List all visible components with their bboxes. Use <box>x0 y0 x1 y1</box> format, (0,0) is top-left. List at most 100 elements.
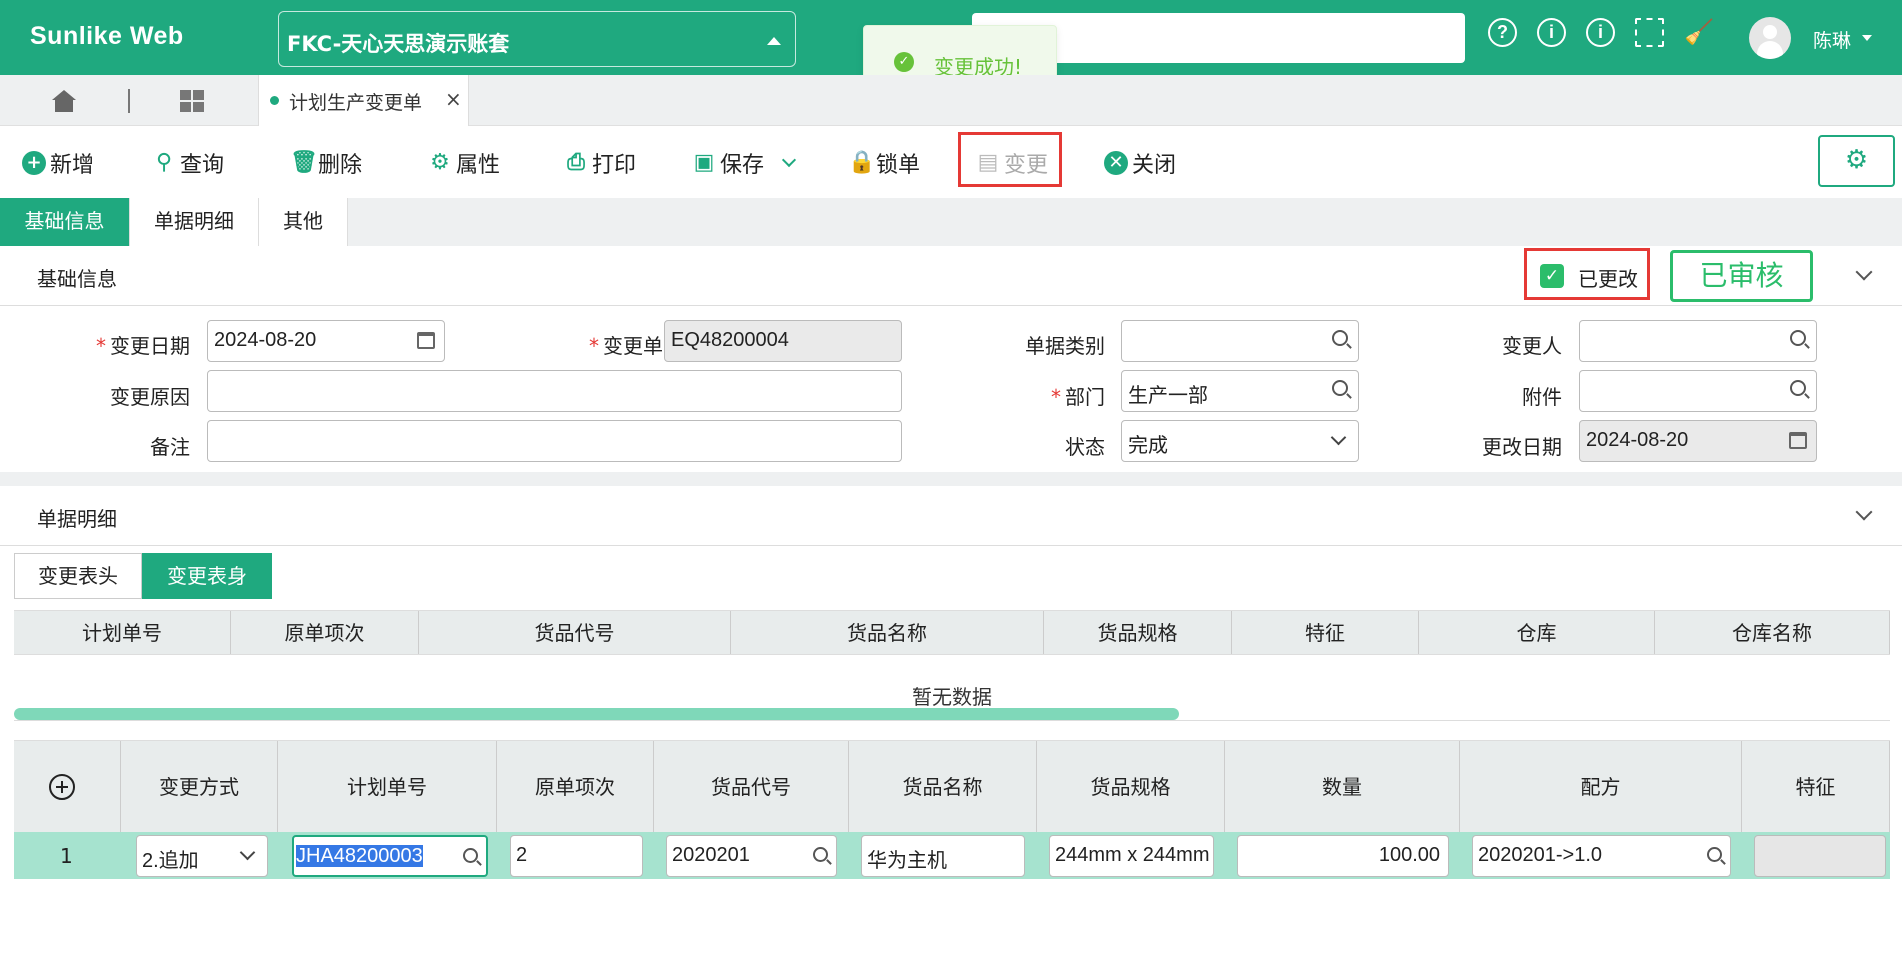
col-header[interactable]: 计划单号 <box>14 611 231 654</box>
tab-label: 计划生产变更单 <box>289 92 423 114</box>
search-icon[interactable] <box>1332 380 1348 396</box>
changed-checkbox[interactable]: ✓ <box>1540 264 1564 288</box>
tab-plan-change[interactable]: 计划生产变更单 × <box>258 75 469 126</box>
item-code-input[interactable]: 2020201 <box>666 835 837 877</box>
col-header[interactable]: 原单项次 <box>231 611 419 654</box>
chevron-down-icon[interactable] <box>239 844 256 861</box>
qty-input[interactable]: 100.00 <box>1237 835 1449 877</box>
remark-field[interactable] <box>207 420 902 462</box>
col-header[interactable]: 计划单号 <box>278 741 497 832</box>
reason-field[interactable] <box>207 370 902 412</box>
plus-circle-icon: + <box>22 151 46 175</box>
col-header[interactable]: 数量 <box>1225 741 1460 832</box>
tab-change-body[interactable]: 变更表身 <box>142 553 272 599</box>
gear-icon: ⚙ <box>430 150 450 175</box>
avatar[interactable] <box>1749 17 1791 59</box>
account-name: FKC-天心天思演示账套 <box>287 32 510 56</box>
chevron-down-icon[interactable] <box>1855 263 1873 281</box>
detail-header[interactable]: 单据明细 <box>0 486 1902 546</box>
tab-basic-info[interactable]: 基础信息 <box>0 198 130 246</box>
col-header[interactable]: 货品名称 <box>731 611 1044 654</box>
col-header[interactable]: 货品规格 <box>1037 741 1225 832</box>
col-header[interactable]: 特征 <box>1742 741 1890 832</box>
attachment-field[interactable] <box>1579 370 1817 412</box>
chevron-down-icon[interactable] <box>781 152 797 168</box>
item-name-input[interactable]: 华为主机 <box>861 835 1025 877</box>
col-header[interactable]: 原单项次 <box>497 741 654 832</box>
lock-button[interactable]: 🔒 锁单 <box>848 147 920 179</box>
settings-button[interactable]: ⚙ <box>1818 135 1895 187</box>
floppy-icon: ▣ <box>693 150 715 175</box>
query-button[interactable]: ⚲ 查询 <box>152 147 224 179</box>
dept-label: * 部门 <box>1051 385 1105 409</box>
chevron-down-icon[interactable] <box>1855 503 1873 521</box>
row-number: 1 <box>60 844 73 868</box>
search-icon[interactable] <box>1332 330 1348 346</box>
tab-other[interactable]: 其他 <box>259 198 348 246</box>
search-icon[interactable] <box>463 848 478 863</box>
col-header[interactable]: 货品规格 <box>1044 611 1232 654</box>
doc-type-field[interactable] <box>1121 320 1359 362</box>
grid1-header: 计划单号 原单项次 货品代号 货品名称 货品规格 特征 仓库 仓库名称 <box>14 610 1890 655</box>
info-icon[interactable]: i <box>1586 18 1615 47</box>
close-icon[interactable]: × <box>445 87 462 111</box>
horizontal-scrollbar[interactable] <box>14 708 1179 720</box>
print-button[interactable]: ⎙ 打印 <box>564 147 636 179</box>
properties-button[interactable]: ⚙ 属性 <box>428 147 500 179</box>
plan-no-input[interactable]: JHA48200003 <box>292 835 488 877</box>
add-button[interactable]: + 新增 <box>22 147 94 179</box>
change-date-label: * 变更日期 <box>96 334 190 358</box>
chevron-down-icon[interactable] <box>1330 429 1347 446</box>
changer-field[interactable] <box>1579 320 1817 362</box>
col-header[interactable]: 变更方式 <box>121 741 278 832</box>
formula-input[interactable]: 2020201->1.0 <box>1472 835 1731 877</box>
col-header[interactable]: 货品代号 <box>419 611 731 654</box>
help-icon[interactable]: ? <box>1488 18 1517 47</box>
item-spec-input[interactable]: 244mm x 244mm <box>1049 835 1214 877</box>
header-icons: ? i i 🧹 <box>1488 18 1714 47</box>
info-icon[interactable]: i <box>1537 18 1566 47</box>
feature-input <box>1754 835 1886 877</box>
changer-label: 变更人 <box>1502 334 1562 358</box>
search-icon[interactable] <box>1790 330 1806 346</box>
page-tabstrip: 计划生产变更单 × <box>0 75 1902 126</box>
broom-icon[interactable]: 🧹 <box>1684 18 1714 47</box>
search-icon[interactable] <box>1707 847 1722 862</box>
delete-button[interactable]: 🗑 删除 <box>290 147 362 179</box>
status-select[interactable]: 完成 <box>1121 420 1359 462</box>
add-row-icon[interactable] <box>49 774 75 800</box>
doc-type-label: 单据类别 <box>1025 334 1105 358</box>
remark-label: 备注 <box>150 435 190 459</box>
save-button[interactable]: ▣ 保存 <box>692 147 797 179</box>
tab-change-header[interactable]: 变更表头 <box>14 553 142 599</box>
user-name[interactable]: 陈琳 <box>1813 26 1851 53</box>
tab-detail[interactable]: 单据明细 <box>130 198 259 246</box>
change-mode-select[interactable]: 2.追加 <box>136 835 268 877</box>
change-button-highlight <box>958 132 1062 187</box>
col-header[interactable]: 仓库名称 <box>1655 611 1890 654</box>
grid2-empty-area <box>14 879 1890 966</box>
calendar-icon[interactable] <box>417 332 435 349</box>
section-title: 基础信息 <box>37 267 117 291</box>
dept-field[interactable]: 生产一部 <box>1121 370 1359 412</box>
fullscreen-icon[interactable] <box>1635 18 1664 47</box>
close-button[interactable]: ✕ 关闭 <box>1104 147 1176 179</box>
home-icon[interactable] <box>52 90 76 112</box>
search-icon[interactable] <box>813 847 828 862</box>
col-header[interactable]: 特征 <box>1232 611 1419 654</box>
change-date-field[interactable]: 2024-08-20 <box>207 320 445 362</box>
account-selector[interactable]: FKC-天心天思演示账套 <box>278 11 796 67</box>
search-icon[interactable] <box>1790 380 1806 396</box>
grid-icon[interactable] <box>180 90 204 112</box>
col-header[interactable]: 货品名称 <box>849 741 1037 832</box>
chevron-down-icon[interactable] <box>1862 35 1872 41</box>
change-no-label: * 变更单号 <box>589 334 683 358</box>
col-header[interactable]: 配方 <box>1460 741 1742 832</box>
col-header[interactable]: 货品代号 <box>654 741 849 832</box>
col-header[interactable]: 仓库 <box>1419 611 1655 654</box>
table-row[interactable]: 1 2.追加 JHA48200003 2 2020201 华为主机 244mm … <box>14 832 1890 879</box>
check-circle-icon: ✓ <box>894 52 914 72</box>
gear-icon: ⚙ <box>1844 145 1869 175</box>
orig-item-input[interactable]: 2 <box>510 835 643 877</box>
caret-up-icon <box>767 37 781 45</box>
